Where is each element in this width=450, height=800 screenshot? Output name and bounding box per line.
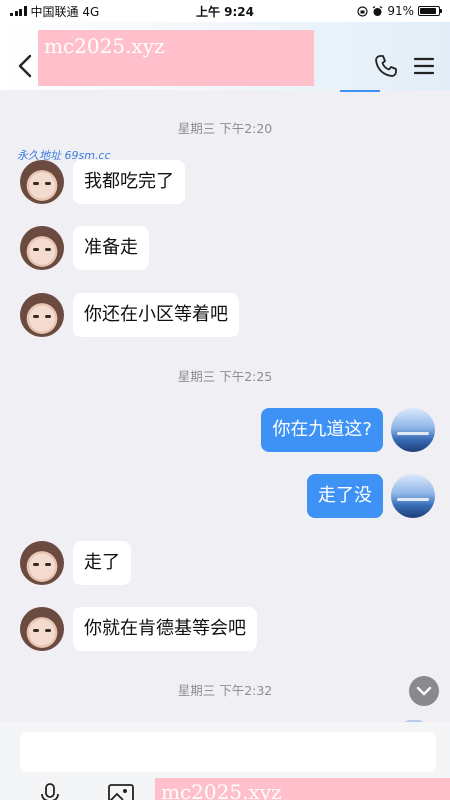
message-incoming: 你就在肯德基等会吧 <box>0 607 450 653</box>
status-time: 上午 9:24 <box>195 4 255 19</box>
status-indicators: 91% <box>357 4 442 18</box>
signal-strength-icon <box>10 6 27 16</box>
message-incoming: 我都吃完了 <box>0 160 450 206</box>
timestamp-divider: 星期三 下午2:25 <box>177 369 273 384</box>
carrier-name: 中国联通 4G <box>30 4 100 19</box>
timestamp-divider: 星期三 下午2:20 <box>177 121 273 136</box>
message-incoming: 走了 <box>0 541 450 587</box>
message-bubble[interactable]: 你就在肯德基等会吧 <box>73 607 257 651</box>
voice-input-button[interactable] <box>38 782 62 800</box>
phone-icon <box>375 55 397 77</box>
message-bubble[interactable]: 走了 <box>73 541 131 585</box>
send-image-button[interactable] <box>107 782 135 800</box>
scroll-to-bottom-button[interactable] <box>409 676 439 706</box>
contact-avatar[interactable] <box>20 293 64 337</box>
message-bubble[interactable]: 准备走 <box>73 226 149 270</box>
message-outgoing: 你在九道这? <box>0 408 450 454</box>
microphone-icon <box>41 783 59 800</box>
battery-level <box>420 8 437 14</box>
orientation-lock-icon <box>357 5 368 17</box>
message-incoming: 准备走 <box>0 226 450 272</box>
watermark-overlay-bottom: mc2025.xyz <box>155 778 450 800</box>
message-bubble[interactable]: 走了没 <box>307 474 383 518</box>
message-outgoing: 走了没 <box>0 474 450 520</box>
battery-percent: 91% <box>387 4 414 18</box>
my-avatar[interactable] <box>391 474 435 518</box>
message-incoming: 你还在小区等着吧 <box>0 293 450 339</box>
status-bar: 中国联通 4G 上午 9:24 91% <box>0 0 450 22</box>
back-button[interactable] <box>14 52 38 80</box>
contact-avatar[interactable] <box>20 541 64 585</box>
chevron-down-icon <box>416 686 432 696</box>
previous-message-edge <box>340 90 380 92</box>
message-input[interactable] <box>20 732 436 772</box>
battery-icon <box>418 6 442 16</box>
message-bubble[interactable]: 你在九道这? <box>261 408 383 452</box>
message-bubble[interactable]: 你还在小区等着吧 <box>73 293 239 337</box>
alarm-icon <box>372 5 383 16</box>
message-list[interactable]: 星期三 下午2:20 永久地址 69sm.cc 我都吃完了 准备走 你还在小区等… <box>0 90 450 722</box>
voice-call-button[interactable] <box>372 52 400 80</box>
image-icon <box>108 784 134 800</box>
timestamp-divider: 星期三 下午2:32 <box>177 683 273 698</box>
hamburger-menu-icon <box>413 57 435 75</box>
watermark-overlay-top: mc2025.xyz <box>38 30 314 86</box>
chevron-left-icon <box>18 54 32 78</box>
message-bubble[interactable]: 我都吃完了 <box>73 160 185 204</box>
contact-avatar[interactable] <box>20 226 64 270</box>
chat-menu-button[interactable] <box>410 52 438 80</box>
contact-avatar[interactable] <box>20 160 64 204</box>
my-avatar[interactable] <box>391 408 435 452</box>
contact-avatar[interactable] <box>20 607 64 651</box>
